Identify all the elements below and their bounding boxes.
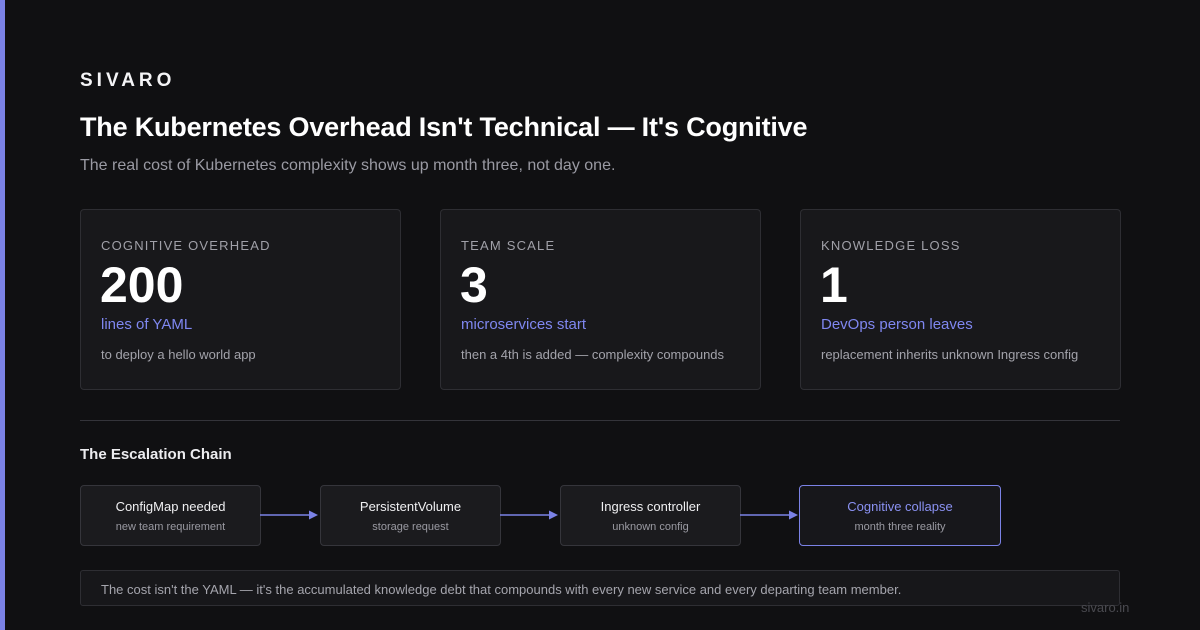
chain-step-title: PersistentVolume [359,499,462,514]
chain-step-subtitle: new team requirement [115,521,226,533]
chain-step-subtitle: unknown config [612,521,689,533]
chain-step-configmap: ConfigMap needed new team requirement [80,485,261,546]
chain-step-subtitle: month three reality [854,521,946,533]
stat-card-cognitive-overhead: COGNITIVE OVERHEAD 200 lines of YAML to … [80,209,401,390]
section-divider [80,420,1120,421]
summary-callout: The cost isn't the YAML — it's the accum… [80,570,1120,606]
stat-card-knowledge-loss: KNOWLEDGE LOSS 1 DevOps person leaves re… [800,209,1121,390]
stat-card-value: 200 [100,257,184,313]
stat-card-value: 1 [820,257,848,313]
brand-logo: SIVARO [80,70,176,91]
chain-step-title: Ingress controller [600,499,701,514]
chain-step-cognitive-collapse: Cognitive collapse month three reality [799,485,1001,546]
chain-step-title: Cognitive collapse [847,499,953,514]
stat-card-label: TEAM SCALE [461,238,556,253]
stat-card-team-scale: TEAM SCALE 3 microservices start then a … [440,209,761,390]
stat-card-unit: microservices start [461,316,587,333]
escalation-chain-title: The Escalation Chain [80,446,232,463]
chain-step-persistentvolume: PersistentVolume storage request [320,485,501,546]
stat-card-note: replacement inherits unknown Ingress con… [821,347,1079,362]
chain-step-subtitle: storage request [372,521,449,533]
summary-text: The cost isn't the YAML — it's the accum… [101,582,902,597]
stat-card-value: 3 [460,257,488,313]
left-accent-bar [0,0,5,630]
chain-step-title: ConfigMap needed [115,499,226,514]
page-subtitle: The real cost of Kubernetes complexity s… [80,157,616,174]
stat-card-label: KNOWLEDGE LOSS [821,238,961,253]
page-title: The Kubernetes Overhead Isn't Technical … [80,112,808,142]
stat-card-note: to deploy a hello world app [101,347,256,362]
domain-watermark: sivaro.in [1081,600,1130,615]
stat-card-unit: lines of YAML [101,316,193,333]
chain-step-ingress-controller: Ingress controller unknown config [560,485,741,546]
arrow-right-icon [500,510,558,520]
arrow-right-icon [260,510,318,520]
stat-card-unit: DevOps person leaves [821,316,973,333]
stat-card-label: COGNITIVE OVERHEAD [101,238,271,253]
stat-card-note: then a 4th is added — complexity compoun… [461,347,725,362]
arrow-right-icon [740,510,798,520]
